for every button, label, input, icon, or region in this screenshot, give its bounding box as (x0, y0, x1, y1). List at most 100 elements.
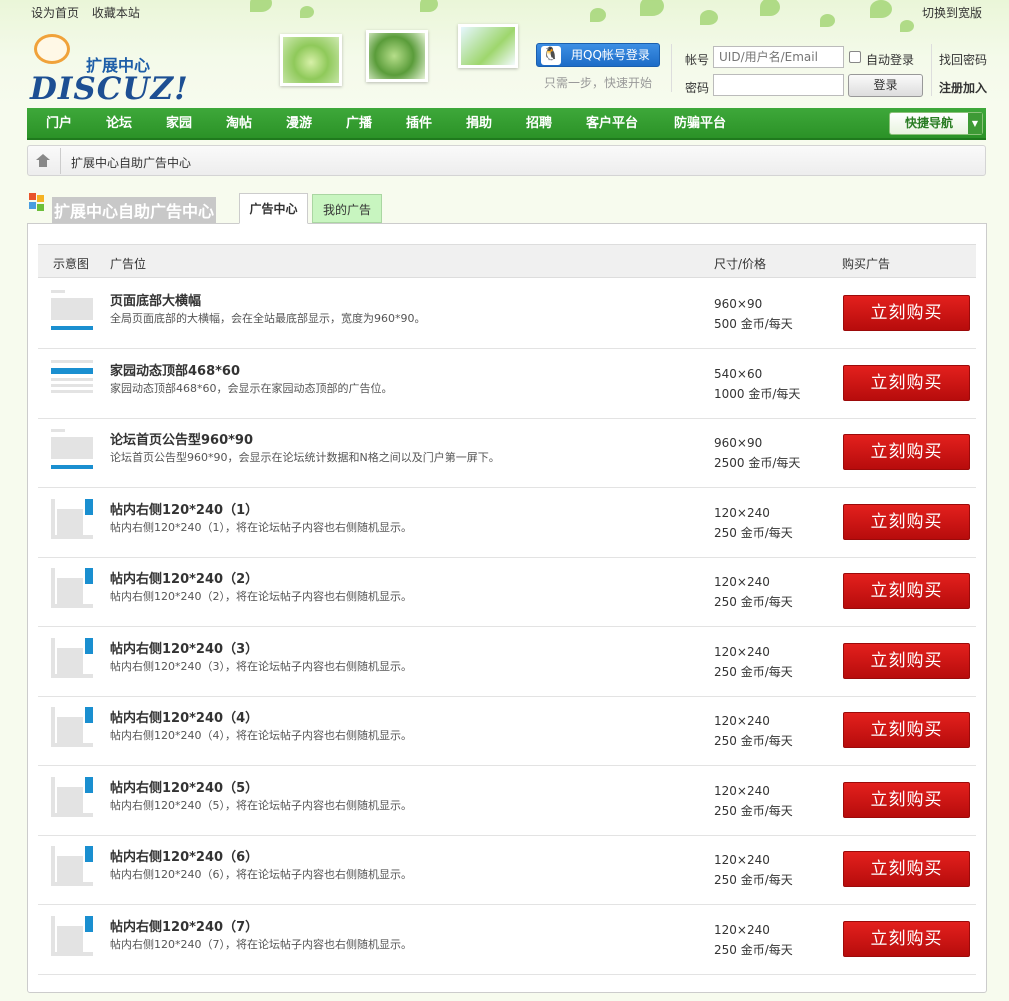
column-header-preview: 示意图 (53, 257, 90, 271)
buy-now-button[interactable]: 立刻购买 (843, 434, 970, 470)
ad-slot-preview-icon (51, 916, 93, 956)
nav-item-portal[interactable]: 门户 (46, 108, 72, 138)
buy-now-button[interactable]: 立刻购买 (843, 782, 970, 818)
find-password-link[interactable]: 找回密码 (939, 51, 987, 68)
ad-slot-preview-icon (51, 429, 93, 469)
site-header: 设为首页 收藏本站 切换到宽版 扩展中心 DISCUZ! 🐧 用QQ帐号登录 只… (0, 0, 1009, 106)
buy-now-button[interactable]: 立刻购买 (843, 851, 970, 887)
leaf-decoration (870, 0, 892, 18)
ad-slot-description: 帖内右侧120*240（2），将在论坛帖子内容也右侧随机显示。 (110, 590, 412, 603)
nav-item-home[interactable]: 家园 (166, 108, 192, 138)
ad-slot-size: 120×240 (714, 714, 770, 728)
header-photo (280, 34, 342, 86)
leaf-decoration (900, 20, 914, 32)
ad-slot-price: 250 金币/每天 (714, 804, 793, 818)
nav-item-anti-fraud[interactable]: 防骗平台 (674, 108, 726, 138)
qq-login-subtext: 只需一步，快速开始 (544, 76, 653, 90)
register-link[interactable]: 注册加入 (939, 79, 987, 96)
ad-slot-price: 250 金币/每天 (714, 943, 793, 957)
ad-slot-description: 帖内右侧120*240（6），将在论坛帖子内容也右侧随机显示。 (110, 868, 412, 881)
ad-slot-preview-icon (51, 290, 93, 330)
table-row: 帖内右侧120*240（4） 帖内右侧120*240（4），将在论坛帖子内容也右侧… (38, 696, 976, 766)
nav-item-client-platform[interactable]: 客户平台 (586, 108, 638, 138)
qq-icon: 🐧 (541, 46, 561, 65)
nav-item-donate[interactable]: 捐助 (466, 108, 492, 138)
buy-now-button[interactable]: 立刻购买 (843, 295, 970, 331)
buy-now-button[interactable]: 立刻购买 (843, 504, 970, 540)
login-button[interactable]: 登录 (848, 74, 923, 97)
ad-slot-size: 120×240 (714, 645, 770, 659)
main-nav: 门户 论坛 家园 淘帖 漫游 广播 插件 捐助 招聘 客户平台 防骗平台 (27, 108, 986, 140)
ad-slot-description: 帖内右侧120*240（5），将在论坛帖子内容也右侧随机显示。 (110, 799, 412, 812)
topbar-links: 设为首页 收藏本站 (31, 4, 149, 21)
buy-now-button[interactable]: 立刻购买 (843, 921, 970, 957)
ad-slot-description: 家园动态顶部468*60，会显示在家园动态顶部的广告位。 (110, 382, 393, 395)
ad-slot-price: 250 金币/每天 (714, 665, 793, 679)
ad-slot-preview-icon (51, 568, 93, 608)
ad-slot-preview-icon (51, 638, 93, 678)
table-row: 家园动态顶部468*60 家园动态顶部468*60，会显示在家园动态顶部的广告位。… (38, 349, 976, 419)
ad-slot-preview-icon (51, 499, 93, 539)
ad-slot-size: 960×90 (714, 297, 763, 311)
ad-slot-description: 帖内右侧120*240（1），将在论坛帖子内容也右侧随机显示。 (110, 521, 412, 534)
nav-item-roam[interactable]: 漫游 (286, 108, 312, 138)
ad-slot-description: 论坛首页公告型960*90，会显示在论坛统计数据和N格之间以及门户第一屏下。 (110, 451, 500, 464)
site-logo[interactable]: 扩展中心 DISCUZ! (30, 34, 188, 105)
account-input[interactable] (713, 46, 844, 68)
bookmark-link[interactable]: 收藏本站 (92, 6, 140, 20)
table-row: 帖内右侧120*240（1） 帖内右侧120*240（1），将在论坛帖子内容也右侧… (38, 488, 976, 558)
leaf-decoration (420, 0, 438, 12)
ad-slot-name: 页面底部大横幅 (110, 294, 202, 309)
ad-slot-preview-icon (51, 846, 93, 886)
quick-nav-label: 快捷导航 (905, 116, 954, 130)
breadcrumb: 扩展中心自助广告中心 (27, 145, 986, 176)
breadcrumb-current[interactable]: 扩展中心自助广告中心 (71, 154, 191, 171)
buy-now-button[interactable]: 立刻购买 (843, 712, 970, 748)
tab-my-ads[interactable]: 我的广告 (312, 194, 382, 223)
nav-item-collection[interactable]: 淘帖 (226, 108, 252, 138)
ad-slot-size: 120×240 (714, 784, 770, 798)
ad-slot-preview-icon (51, 777, 93, 817)
nav-item-forum[interactable]: 论坛 (106, 108, 132, 138)
leaf-decoration (590, 8, 606, 22)
table-row: 帖内右侧120*240（7） 帖内右侧120*240（7），将在论坛帖子内容也右侧… (38, 905, 976, 975)
ad-slot-price: 250 金币/每天 (714, 734, 793, 748)
ad-slot-name: 帖内右侧120*240（5） (110, 781, 259, 796)
nav-item-broadcast[interactable]: 广播 (346, 108, 372, 138)
table-row: 帖内右侧120*240（6） 帖内右侧120*240（6），将在论坛帖子内容也右侧… (38, 835, 976, 905)
ad-slot-name: 论坛首页公告型960*90 (110, 433, 254, 448)
breadcrumb-separator (60, 148, 61, 174)
page-title: 扩展中心自助广告中心 (52, 197, 217, 223)
auto-login-checkbox[interactable] (849, 51, 861, 63)
home-icon[interactable] (36, 154, 50, 167)
column-header-buy: 购买广告 (842, 257, 891, 271)
table-row: 帖内右侧120*240（3） 帖内右侧120*240（3），将在论坛帖子内容也右侧… (38, 627, 976, 697)
ad-slot-size: 960×90 (714, 436, 763, 450)
header-photo (458, 24, 518, 68)
buy-now-button[interactable]: 立刻购买 (843, 573, 970, 609)
ad-slot-size: 540×60 (714, 367, 763, 381)
leaf-decoration (640, 0, 664, 16)
ad-slot-description: 帖内右侧120*240（7），将在论坛帖子内容也右侧随机显示。 (110, 938, 412, 951)
ad-slot-name: 帖内右侧120*240（2） (110, 572, 259, 587)
ad-slot-price: 250 金币/每天 (714, 526, 793, 540)
ad-slot-price: 250 金币/每天 (714, 873, 793, 887)
ad-slot-description: 帖内右侧120*240（3），将在论坛帖子内容也右侧随机显示。 (110, 660, 412, 673)
ad-slot-size: 120×240 (714, 853, 770, 867)
divider (931, 44, 932, 96)
qq-login-button[interactable]: 🐧 用QQ帐号登录 (536, 43, 660, 67)
password-input[interactable] (713, 74, 844, 96)
nav-item-jobs[interactable]: 招聘 (526, 108, 552, 138)
ad-slot-price: 2500 金币/每天 (714, 456, 801, 470)
switch-wide-link[interactable]: 切换到宽版 (922, 4, 982, 21)
ad-slot-size: 120×240 (714, 506, 770, 520)
buy-now-button[interactable]: 立刻购买 (843, 365, 970, 401)
table-row: 页面底部大横幅 全局页面底部的大横幅，会在全站最底部显示，宽度为960*90。 96… (38, 279, 976, 349)
ad-slot-size: 120×240 (714, 575, 770, 589)
nav-item-plugins[interactable]: 插件 (406, 108, 432, 138)
quick-nav-button[interactable]: 快捷导航 ▼ (889, 112, 983, 135)
buy-now-button[interactable]: 立刻购买 (843, 643, 970, 679)
ad-slot-name: 帖内右侧120*240（1） (110, 503, 259, 518)
set-home-link[interactable]: 设为首页 (31, 6, 79, 20)
tab-ad-center[interactable]: 广告中心 (239, 193, 308, 224)
